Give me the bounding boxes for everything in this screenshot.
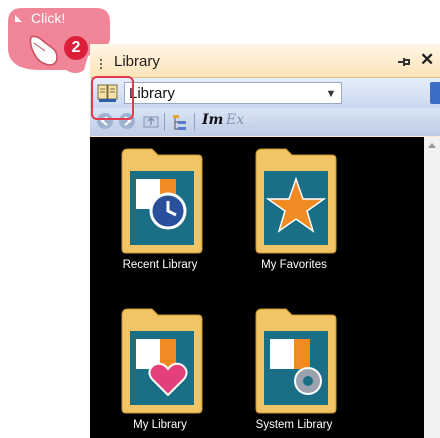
import-button[interactable]: Im	[202, 112, 223, 128]
toolbar-separator	[194, 113, 195, 131]
drag-grip-icon[interactable]	[100, 59, 105, 69]
library-dropdown-value: Library	[129, 85, 175, 102]
toolbar-separator	[164, 113, 165, 131]
pin-icon[interactable]	[396, 54, 412, 70]
chevron-down-icon[interactable]: ▼	[323, 83, 339, 103]
my-library-heart-icon	[121, 308, 203, 414]
item-label: My Library	[133, 419, 187, 431]
hand-cursor-icon	[29, 35, 58, 66]
folder-up-icon[interactable]	[142, 112, 160, 130]
highlight-box	[91, 76, 134, 120]
library-item-system[interactable]: System Library	[234, 307, 354, 437]
library-item-recent[interactable]: Recent Library	[100, 147, 220, 277]
library-content-area: Recent Library My Favorites My Library S…	[90, 137, 424, 438]
vertical-scrollbar[interactable]	[424, 137, 440, 438]
library-panel: Library ✕ Library ▼ Im Ex Recent Library…	[90, 44, 440, 438]
recent-library-icon	[121, 148, 203, 254]
library-item-favorites[interactable]: My Favorites	[234, 147, 354, 277]
scroll-up-arrow-icon[interactable]	[428, 143, 436, 148]
library-dropdown[interactable]: Library ▼	[124, 82, 342, 104]
click-label: Click!	[31, 10, 66, 26]
library-toolbar: Im Ex	[90, 108, 440, 136]
favorites-star-icon	[255, 148, 337, 254]
library-selector-row: Library ▼	[90, 78, 440, 108]
close-icon[interactable]: ✕	[420, 50, 434, 70]
system-library-gear-icon	[255, 308, 337, 414]
side-expand-button[interactable]	[430, 82, 440, 104]
panel-titlebar[interactable]: Library ✕	[90, 44, 440, 78]
tree-view-icon[interactable]	[170, 112, 190, 132]
panel-title: Library	[114, 53, 160, 70]
item-label: System Library	[255, 419, 333, 431]
export-button[interactable]: Ex	[226, 112, 244, 128]
item-label: Recent Library	[122, 259, 198, 271]
step-number-badge: 2	[64, 36, 88, 60]
item-label: My Favorites	[261, 259, 327, 271]
library-item-my-library[interactable]: My Library	[100, 307, 220, 437]
